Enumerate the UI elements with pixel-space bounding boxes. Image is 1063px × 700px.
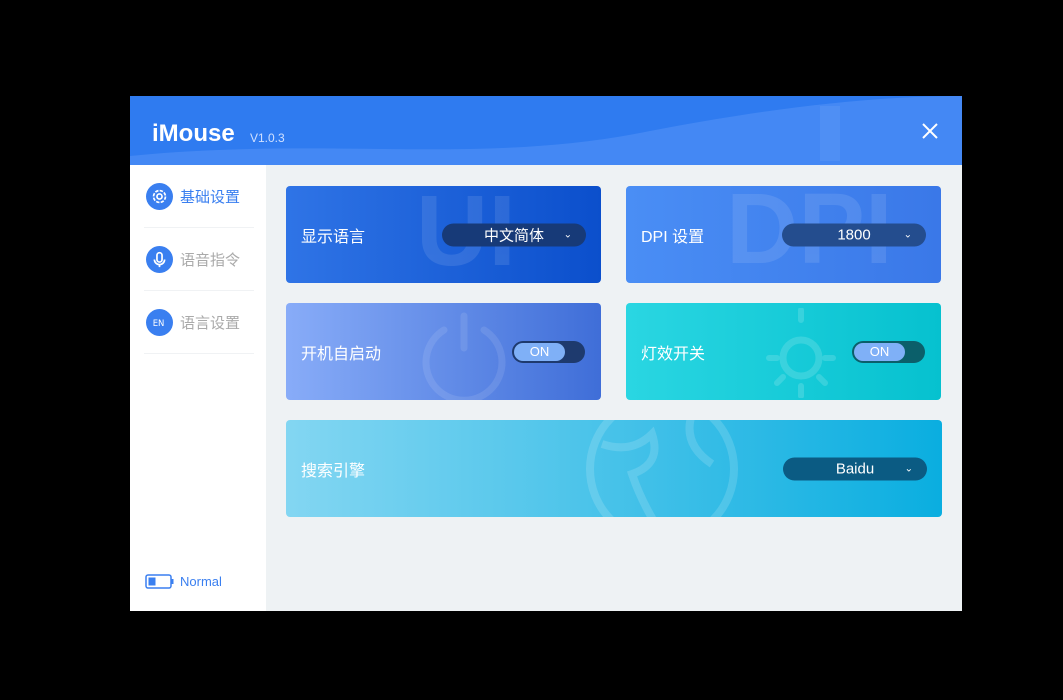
- close-icon[interactable]: [920, 121, 940, 141]
- card-label: 显示语言: [301, 228, 366, 246]
- title-bar: iMouse V1.0.3: [130, 96, 962, 165]
- sidebar-item-language-settings[interactable]: EN 语言设置: [144, 291, 254, 354]
- chevron-down-icon: ⌄: [563, 229, 572, 240]
- app-window: iMouse V1.0.3 基础设置 语音指令 EN 语言设置 Normal U…: [130, 96, 962, 611]
- sidebar-item-label: 语音指令: [180, 251, 241, 269]
- card-dpi: DPI DPI 设置 1800 ⌄: [626, 186, 941, 283]
- app-title: iMouse: [152, 120, 235, 147]
- sidebar-item-label: 语言设置: [180, 314, 241, 332]
- status-text: Normal: [180, 574, 222, 589]
- autostart-toggle[interactable]: ON: [512, 340, 585, 363]
- card-label: 开机自启动: [301, 345, 382, 363]
- dropdown-value: 1800: [837, 226, 871, 243]
- card-search-engine: 搜索引擎 Baidu ⌄: [286, 420, 942, 517]
- card-label: 搜索引擎: [301, 462, 366, 480]
- dpi-dropdown[interactable]: 1800 ⌄: [782, 223, 926, 246]
- card-lighting: 灯效开关 ON: [626, 303, 941, 400]
- chevron-down-icon: ⌄: [903, 229, 912, 240]
- svg-text:EN: EN: [153, 318, 165, 328]
- language-en-icon: EN: [146, 308, 173, 336]
- app-version: V1.0.3: [250, 131, 285, 145]
- microphone-icon: [146, 245, 173, 273]
- gear-icon: [146, 182, 173, 210]
- power-icon: [422, 312, 506, 400]
- sidebar-item-basic-settings[interactable]: 基础设置: [144, 165, 254, 228]
- card-display-language: UI 显示语言 中文简体 ⌄: [286, 186, 601, 283]
- sidebar-item-label: 基础设置: [180, 188, 241, 206]
- language-dropdown[interactable]: 中文简体 ⌄: [442, 223, 586, 246]
- card-label: 灯效开关: [641, 345, 706, 363]
- chevron-down-icon: ⌄: [904, 463, 913, 474]
- dropdown-value: 中文简体: [483, 227, 544, 244]
- globe-icon: [586, 420, 738, 517]
- search-engine-dropdown[interactable]: Baidu ⌄: [783, 457, 927, 480]
- lighting-toggle[interactable]: ON: [852, 340, 925, 363]
- sidebar: 基础设置 语音指令 EN 语言设置 Normal: [130, 165, 266, 611]
- card-autostart: 开机自启动 ON: [286, 303, 601, 400]
- dropdown-value: Baidu: [835, 460, 875, 477]
- toggle-state: ON: [514, 342, 565, 361]
- sidebar-item-voice-commands[interactable]: 语音指令: [144, 228, 254, 291]
- light-bulb-icon: [766, 308, 836, 398]
- battery-status: Normal: [145, 574, 222, 589]
- card-label: DPI 设置: [641, 228, 705, 246]
- toggle-state: ON: [854, 342, 905, 361]
- battery-icon: [145, 574, 174, 589]
